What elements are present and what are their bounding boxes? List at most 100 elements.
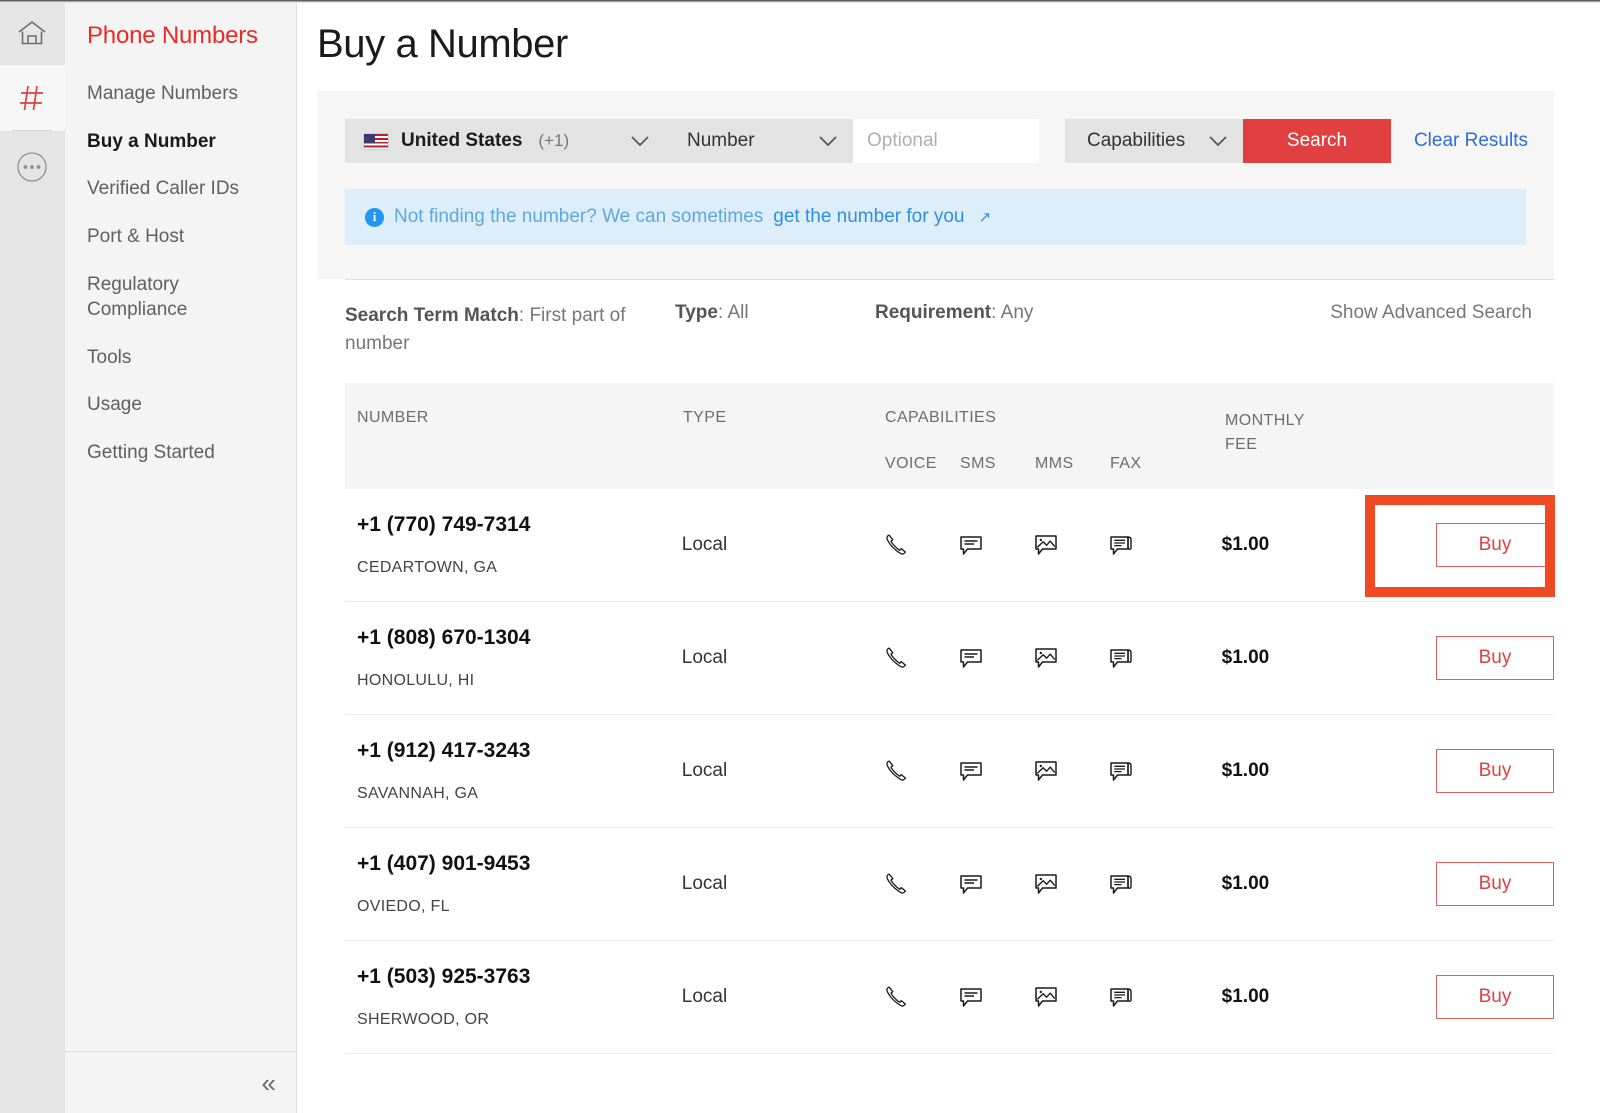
cell-type: Local [681,873,728,895]
sidebar: Phone Numbers Manage Numbers Buy a Numbe… [65,0,297,1113]
capability-mms [1033,532,1108,558]
external-link-icon: ↗ [978,209,992,226]
filter-search-term-match: Search Term Match: First part of number [345,302,675,357]
window-top-edge [0,0,1600,3]
number-result-row: +1 (770) 749-7314 CEDARTOWN, GA Local $1.00… [345,489,1554,603]
fax-icon [1108,758,1134,784]
voice-icon [883,532,909,558]
column-subheader-voice: VOICE [885,455,937,473]
info-banner-text: Not finding the number? We can sometimes [394,206,764,227]
buy-button[interactable]: Buy [1436,975,1554,1020]
column-subheader-mms: MMS [1035,455,1074,473]
get-the-number-link[interactable]: get the number for you [773,206,964,228]
cell-type: Local [681,647,728,669]
capability-mms [1033,758,1108,784]
info-icon: i [365,207,384,227]
cell-monthly-fee: $1.00 [1221,986,1270,1008]
sidebar-item-manage-numbers[interactable]: Manage Numbers [65,70,296,118]
sms-icon [958,532,984,558]
capability-voice [883,984,958,1010]
cell-buy: Buy [1396,749,1554,794]
home-icon [17,19,47,47]
sidebar-item-buy-a-number[interactable]: Buy a Number [65,118,296,166]
country-dial-code: (+1) [538,131,570,150]
sidebar-item-tools[interactable]: Tools [65,334,296,382]
capabilities-select[interactable]: Capabilities [1065,119,1243,163]
search-controls-row: United States (+1) Number Capabilities [345,119,1528,163]
buy-button[interactable]: Buy [1436,636,1554,681]
sidebar-item-usage[interactable]: Usage [65,381,296,429]
phone-number-location: OVIEDO, FL [357,898,450,916]
capabilities-label: Capabilities [1087,130,1186,151]
buy-button[interactable]: Buy [1436,749,1554,794]
sidebar-item-port-and-host[interactable]: Port & Host [65,213,296,261]
buy-button[interactable]: Buy [1436,523,1554,568]
country-name: United States [401,130,523,151]
cell-buy: Buy [1396,523,1554,568]
cell-number: +1 (407) 901-9453 OVIEDO, FL [345,852,682,916]
chevron-down-icon [817,134,839,148]
capability-sms [958,984,1033,1010]
cell-number: +1 (808) 670-1304 HONOLULU, HI [345,626,682,690]
buy-button[interactable]: Buy [1436,862,1554,907]
hash-icon [17,83,47,113]
fax-icon [1108,532,1134,558]
results-table-body: +1 (770) 749-7314 CEDARTOWN, GA Local $1.00… [345,489,1555,1055]
cell-number: +1 (503) 925-3763 SHERWOOD, OR [345,965,682,1029]
sidebar-item-getting-started[interactable]: Getting Started [65,429,296,477]
column-subheader-fax: FAX [1110,455,1142,473]
search-type-label: Number [687,130,755,151]
capability-mms [1033,871,1108,897]
rail-item-more[interactable] [0,131,65,203]
table-header-row: NUMBER TYPE CAPABILITIES VOICE SMS MMS F… [345,409,1554,473]
sms-icon [958,758,984,784]
capability-fax [1108,984,1183,1010]
capability-sms [958,871,1033,897]
number-result-row: +1 (808) 670-1304 HONOLULU, HI Local $1.00 B… [345,602,1554,716]
filter-type-label: Type [675,302,718,323]
search-input[interactable] [853,119,1039,163]
sidebar-item-regulatory-compliance[interactable]: Regulatory Compliance [65,261,225,334]
voice-icon [883,758,909,784]
sms-icon [958,871,984,897]
clear-results-link[interactable]: Clear Results [1414,130,1528,152]
show-advanced-search-link[interactable]: Show Advanced Search [1330,302,1554,324]
voice-icon [883,871,909,897]
capabilities-subheaders: VOICE SMS MMS FAX [885,455,1225,473]
rail-item-home[interactable] [0,0,65,65]
phone-number-location: SAVANNAH, GA [357,785,479,803]
fax-icon [1108,645,1134,671]
cell-buy: Buy [1396,636,1554,681]
filter-type-value: : All [717,302,749,323]
cell-capabilities [883,871,1222,897]
capability-sms [958,645,1033,671]
capability-fax [1108,532,1183,558]
filter-summary-row: Search Term Match: First part of number … [345,280,1554,383]
phone-number: +1 (503) 925-3763 [357,965,531,989]
phone-number-location: CEDARTOWN, GA [357,559,498,577]
sidebar-item-verified-caller-ids[interactable]: Verified Caller IDs [65,165,296,213]
table-row: +1 (503) 925-3763 SHERWOOD, OR Local $1.00 B… [345,941,1554,1055]
search-button[interactable]: Search [1243,119,1391,163]
rail-item-phone-numbers[interactable] [0,65,65,130]
info-banner: i Not finding the number? We can sometim… [345,189,1526,245]
search-type-select[interactable]: Number [667,119,853,163]
capability-mms [1033,645,1108,671]
fax-icon [1108,984,1134,1010]
phone-number-location: HONOLULU, HI [357,672,475,690]
voice-icon [883,984,909,1010]
country-select[interactable]: United States (+1) [345,119,667,163]
chevron-double-left-icon: « [261,1067,276,1098]
cell-type: Local [681,986,728,1008]
us-flag-icon [363,132,389,150]
page-title: Buy a Number [317,22,568,66]
fax-icon [1108,871,1134,897]
number-result-row: +1 (503) 925-3763 SHERWOOD, OR Local $1.00 B… [345,941,1554,1055]
results-table-header: NUMBER TYPE CAPABILITIES VOICE SMS MMS F… [345,383,1554,490]
mms-icon [1033,645,1059,671]
phone-number: +1 (407) 901-9453 [357,852,531,876]
column-header-monthly-fee: MONTHLY FEE [1225,409,1400,457]
sidebar-collapse-button[interactable]: « [65,1051,296,1113]
cell-type: Local [681,534,728,556]
column-header-monthly-fee-line1: MONTHLY [1225,412,1305,430]
